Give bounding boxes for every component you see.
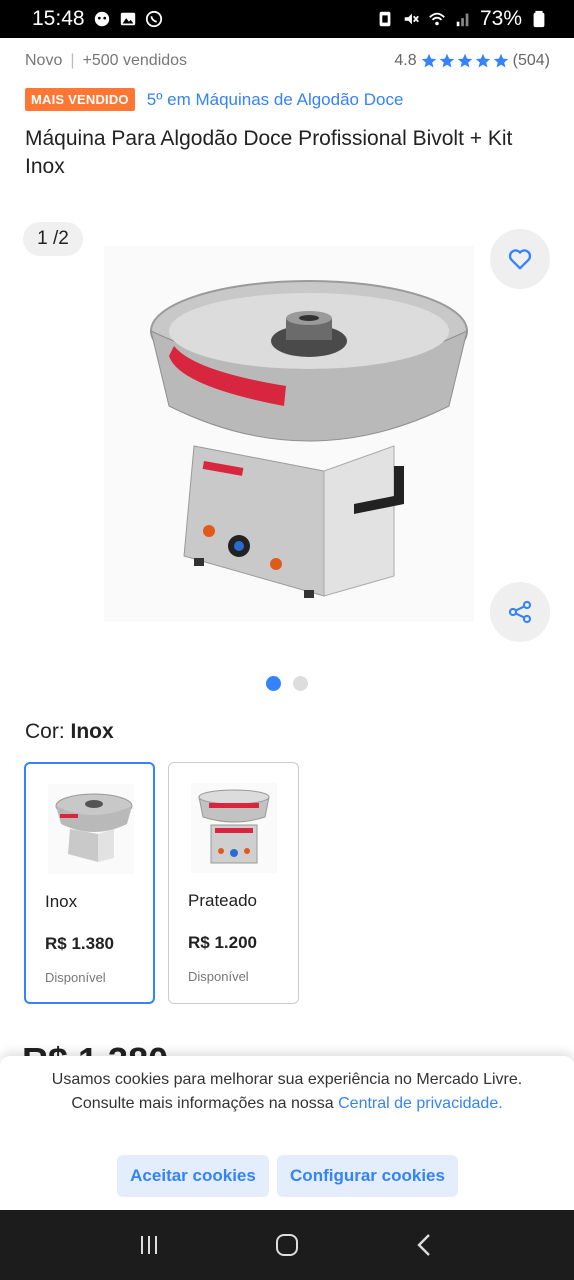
category-ranking-link[interactable]: 5º em Máquinas de Algodão Doce: [147, 90, 404, 110]
recent-apps-icon: [141, 1236, 157, 1254]
clock: 15:48: [32, 7, 85, 30]
product-title: Máquina Para Algodão Doce Profissional B…: [25, 127, 513, 178]
selected-color: Inox: [70, 720, 114, 743]
star-icon: [457, 53, 472, 68]
badge-row: MAIS VENDIDO 5º em Máquinas de Algodão D…: [25, 88, 403, 111]
gallery-icon: [119, 10, 137, 28]
variant-option-inox[interactable]: Inox R$ 1.380 Disponível: [24, 762, 155, 1004]
home-icon: [276, 1234, 298, 1256]
star-icon: [439, 53, 454, 68]
product-image[interactable]: [104, 246, 474, 622]
share-button[interactable]: [490, 582, 550, 642]
recent-apps-button[interactable]: [129, 1225, 169, 1265]
variant-availability: Disponível: [45, 970, 106, 985]
variant-name: Prateado: [188, 891, 257, 910]
pagination-dot-2[interactable]: [293, 676, 308, 691]
product-meta: Novo | +500 vendidos 4.8 (504): [25, 52, 550, 70]
configure-cookies-button[interactable]: Configurar cookies: [277, 1155, 458, 1197]
star-icon: [421, 53, 436, 68]
whatsapp-icon: [145, 10, 163, 28]
rating-stars: [421, 53, 509, 69]
variant-price: R$ 1.200: [188, 933, 257, 952]
condition: Novo: [25, 52, 63, 69]
sold-count: +500 vendidos: [82, 52, 188, 69]
mute-icon: [402, 10, 420, 28]
status-bar: 15:48 73%: [0, 0, 574, 38]
accept-cookies-button[interactable]: Aceitar cookies: [117, 1155, 269, 1197]
divider: |: [70, 52, 75, 69]
face-icon: [93, 10, 111, 28]
variant-thumbnail: [48, 784, 134, 874]
battery-icon: [530, 10, 548, 28]
share-icon: [508, 600, 532, 624]
privacy-center-link[interactable]: Central de privacidade.: [338, 1095, 503, 1112]
variant-price: R$ 1.380: [45, 934, 114, 953]
system-navigation-bar: [0, 1210, 574, 1280]
rating-value: 4.8: [394, 52, 417, 69]
gallery-pagination: [266, 676, 308, 691]
nfc-icon: [376, 10, 394, 28]
heart-icon: [508, 249, 532, 270]
home-button[interactable]: [267, 1225, 307, 1265]
color-label: Cor: Inox: [25, 720, 114, 744]
back-icon: [417, 1234, 430, 1256]
back-button[interactable]: [405, 1225, 445, 1265]
image-counter: 1 /2: [23, 222, 83, 256]
cookie-message: Usamos cookies para melhorar sua experiê…: [40, 1068, 534, 1116]
variant-name: Inox: [45, 892, 78, 911]
signal-icon: [454, 10, 472, 28]
star-icon: [475, 53, 490, 68]
favorite-button[interactable]: [490, 229, 550, 289]
variant-availability: Disponível: [188, 969, 249, 984]
best-seller-badge: MAIS VENDIDO: [25, 88, 135, 111]
variant-thumbnail: [191, 783, 277, 873]
battery-level: 73%: [479, 7, 522, 30]
star-icon: [493, 53, 508, 68]
cookie-actions: Aceitar cookies Configurar cookies: [117, 1155, 458, 1197]
color-label-prefix: Cor:: [25, 720, 71, 743]
pagination-dot-1[interactable]: [266, 676, 281, 691]
review-count: (504): [512, 52, 550, 69]
rating-summary[interactable]: 4.8 (504): [394, 52, 550, 70]
cookie-banner: Usamos cookies para melhorar sua experiê…: [0, 1056, 574, 1210]
wifi-icon: [428, 10, 446, 28]
variant-option-prateado[interactable]: Prateado R$ 1.200 Disponível: [168, 762, 299, 1004]
